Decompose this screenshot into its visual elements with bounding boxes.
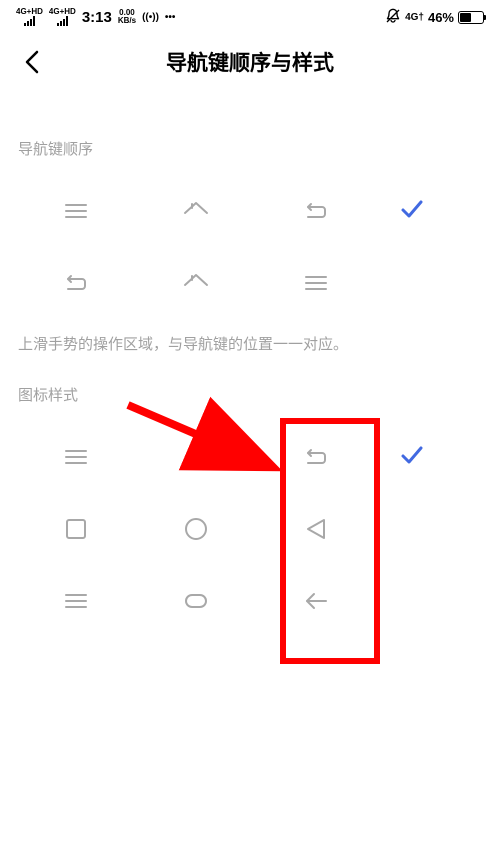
back-icon — [62, 269, 90, 297]
circle-icon — [182, 515, 210, 543]
check-icon — [398, 195, 426, 228]
status-right: 4G† 46% — [385, 8, 484, 27]
back-icon — [302, 197, 330, 225]
menu-icon — [302, 269, 330, 297]
back-icon — [302, 443, 330, 471]
order-option-1[interactable] — [0, 175, 500, 247]
battery-percent: 46% — [428, 10, 454, 25]
hotspot-icon: ((•)) — [142, 12, 159, 23]
order-option-2[interactable] — [0, 247, 500, 319]
signal-label-1: 4G+HD — [16, 8, 43, 16]
signal-2: 4G+HD — [49, 8, 76, 26]
signal-bars-2 — [57, 16, 68, 26]
style-option-2[interactable] — [0, 493, 500, 565]
arrow-left-icon — [302, 587, 330, 615]
pill-icon — [182, 587, 210, 615]
section-style-title: 图标样式 — [0, 384, 500, 421]
more-icon: ••• — [165, 12, 176, 23]
home-icon — [182, 197, 210, 225]
chevron-left-icon — [23, 48, 41, 76]
triangle-left-icon — [302, 515, 330, 543]
order-caption: 上滑手势的操作区域，与导航键的位置一一对应。 — [0, 319, 500, 384]
square-icon — [62, 515, 90, 543]
signal-bars-1 — [24, 16, 35, 26]
menu-icon — [62, 197, 90, 225]
page-title: 导航键顺序与样式 — [166, 47, 334, 77]
back-button[interactable] — [18, 48, 46, 76]
signal-1: 4G+HD — [16, 8, 43, 26]
style-option-3[interactable] — [0, 565, 500, 637]
check-icon — [398, 441, 426, 474]
status-bar: 4G+HD 4G+HD 3:13 0.00 KB/s ((•)) ••• 4G†… — [0, 0, 500, 34]
battery-fill — [460, 13, 471, 22]
home-icon — [182, 269, 210, 297]
menu-icon — [62, 587, 90, 615]
header: 导航键顺序与样式 — [0, 34, 500, 90]
style-option-1[interactable] — [0, 421, 500, 493]
status-left: 4G+HD 4G+HD 3:13 0.00 KB/s ((•)) ••• — [16, 8, 175, 26]
home-icon — [182, 443, 210, 471]
status-time: 3:13 — [82, 9, 112, 26]
dnd-icon — [385, 8, 401, 27]
signal-label-2: 4G+HD — [49, 8, 76, 16]
menu-icon — [62, 443, 90, 471]
data-rate-bottom: KB/s — [118, 17, 136, 25]
section-order-title: 导航键顺序 — [0, 138, 500, 175]
data-rate: 0.00 KB/s — [118, 9, 136, 25]
battery-icon — [458, 11, 484, 24]
network-right-label: 4G† — [405, 12, 424, 23]
